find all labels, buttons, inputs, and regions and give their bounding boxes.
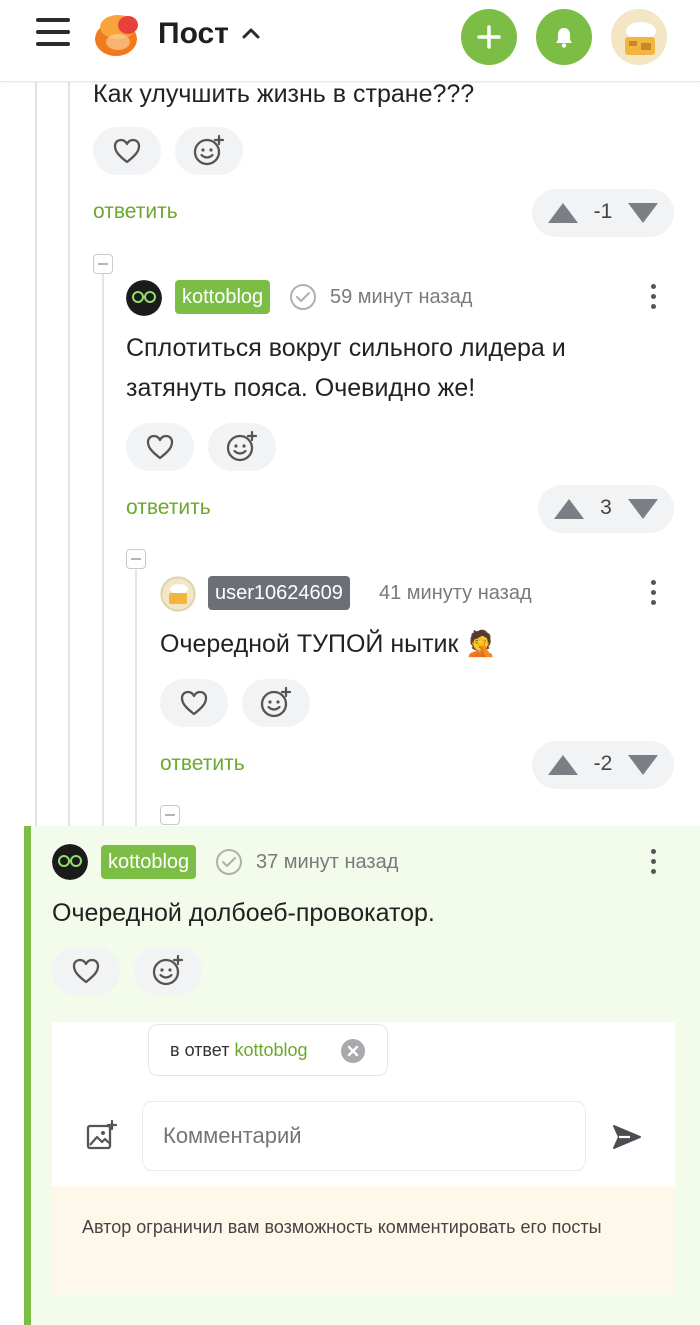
downvote-icon[interactable] [628,203,658,223]
smile-plus-icon [193,134,225,166]
author-name[interactable]: kottoblog [101,845,197,879]
reply-to-prefix: в ответ [170,1040,230,1060]
comment-input[interactable] [142,1101,586,1171]
reply-to-user[interactable]: kottoblog [234,1040,307,1060]
heart-icon [72,958,100,984]
reply-link[interactable]: ответить [93,200,178,224]
highlight-bar [24,826,31,1325]
collapse-thread-button[interactable] [160,805,180,825]
author-name[interactable]: user10624609 [208,576,350,610]
user-avatar[interactable] [611,9,667,65]
comment-restriction-notice: Автор ограничил вам возможность комменти… [52,1186,675,1294]
heart-icon [146,434,174,460]
more-options-icon[interactable] [649,849,657,877]
avatar[interactable] [160,576,196,612]
add-post-button[interactable] [461,9,517,65]
like-button[interactable] [93,127,161,175]
add-reaction-button[interactable] [242,679,310,727]
avatar[interactable] [126,280,162,316]
like-button[interactable] [52,947,120,995]
add-image-icon[interactable] [86,1120,118,1152]
more-options-icon[interactable] [649,284,657,312]
downvote-icon[interactable] [628,499,658,519]
avatar[interactable] [52,844,88,880]
smile-plus-icon [152,954,184,986]
chevron-up-icon[interactable] [240,24,262,42]
verified-icon [290,284,316,310]
close-icon[interactable] [341,1039,365,1063]
add-reaction-button[interactable] [208,423,276,471]
rating-widget: 3 [538,485,674,533]
rating-widget: -1 [532,189,674,237]
notice-text: Автор ограничил вам возможность комменти… [82,1217,602,1237]
notifications-button[interactable] [536,9,592,65]
thread-line [135,570,137,826]
like-button[interactable] [126,423,194,471]
comment-text-line: затянуть пояса. Очевидно же! [126,374,476,402]
thread-line [102,274,104,826]
add-reaction-button[interactable] [134,947,202,995]
like-button[interactable] [160,679,228,727]
more-options-icon[interactable] [649,580,657,608]
bell-icon [556,28,572,48]
page-title[interactable]: Пост [158,17,229,51]
author-name[interactable]: kottoblog [175,280,271,314]
plus-icon [477,25,501,49]
comment-text-line: Сплотиться вокруг сильного лидера и [126,334,566,362]
reply-link[interactable]: ответить [160,752,245,776]
reply-to-chip: в ответ kottoblog [148,1024,388,1076]
logo-icon[interactable] [94,12,142,58]
reply-to-label: в ответ kottoblog [170,1040,308,1061]
downvote-icon[interactable] [628,755,658,775]
reply-link[interactable]: ответить [126,496,211,520]
comment-text: Очередной долбоеб-провокатор. [52,899,435,927]
collapse-thread-button[interactable] [93,254,113,274]
thread-line [35,82,37,826]
heart-icon [113,138,141,164]
smile-plus-icon [226,430,258,462]
add-reaction-button[interactable] [175,127,243,175]
verified-icon [216,849,242,875]
comment-time: 37 минут назад [256,851,399,873]
rating-widget: -2 [532,741,674,789]
comment-time: 59 минут назад [330,286,473,308]
send-icon[interactable] [612,1123,642,1151]
smile-plus-icon [260,686,292,718]
comment-time: 41 минуту назад [379,582,532,604]
heart-icon [180,690,208,716]
menu-icon[interactable] [36,18,70,48]
collapse-thread-button[interactable] [126,549,146,569]
comment-text: Очередной ТУПОЙ нытик 🤦 [160,630,497,658]
top-bar: Пост [0,0,700,82]
thread-line [68,82,70,826]
